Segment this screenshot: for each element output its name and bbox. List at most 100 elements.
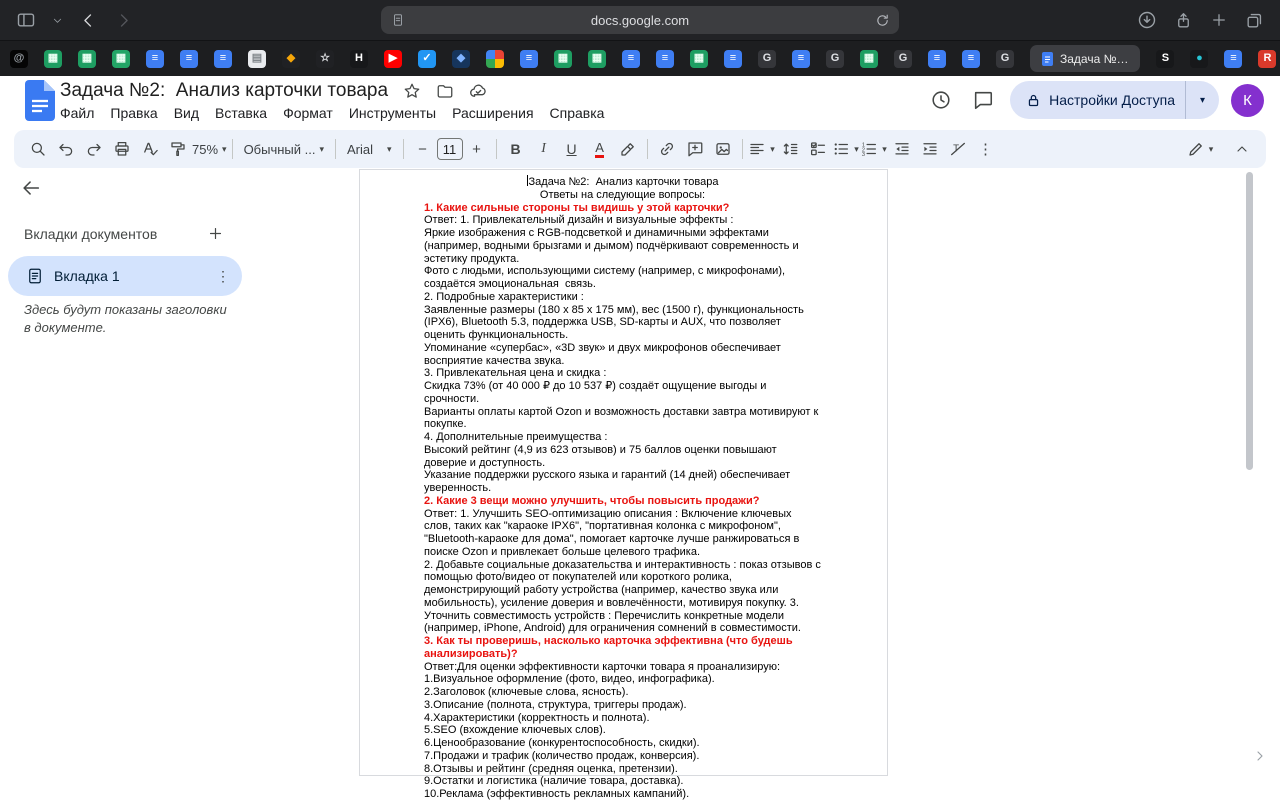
highlight-button[interactable]	[614, 135, 642, 163]
menu-item-1[interactable]: Файл	[52, 103, 102, 123]
document-page[interactable]: Задача №2: Анализ карточки товара Ответы …	[359, 169, 888, 800]
pinned-tab-light[interactable]: ▤	[248, 49, 266, 68]
zoom-select[interactable]: 75% ▾	[192, 135, 227, 163]
download-button[interactable]	[1137, 10, 1157, 30]
pinned-tab-docs[interactable]: ≡	[622, 49, 640, 68]
reload-button[interactable]	[875, 13, 890, 28]
pinned-tab-h[interactable]: H	[350, 49, 368, 68]
account-avatar[interactable]: К	[1231, 83, 1264, 117]
pinned-tab-sheets[interactable]: ▦	[554, 49, 572, 68]
pinned-tab-g-gray[interactable]: G	[826, 49, 844, 68]
bulleted-list-button[interactable]: ▾	[832, 135, 860, 163]
star-icon[interactable]	[403, 82, 421, 100]
pinned-tab-star[interactable]: ☆	[316, 49, 334, 68]
pinned-tab-s[interactable]: S	[1156, 49, 1175, 68]
pinned-tab-sheets[interactable]: ▦	[112, 49, 130, 68]
docs-logo[interactable]	[25, 80, 55, 126]
document-tab-1[interactable]: Вкладка 1 ⋮	[8, 256, 242, 296]
italic-button[interactable]: I	[530, 135, 558, 163]
share-access-button[interactable]: Настройки Доступа ▾	[1010, 81, 1219, 119]
pinned-tab-at[interactable]: @	[10, 49, 28, 68]
pinned-tab-docs[interactable]: ≡	[792, 49, 810, 68]
share-button[interactable]	[1174, 11, 1193, 30]
menu-item-8[interactable]: Справка	[542, 103, 613, 123]
pinned-tab-docs[interactable]: ≡	[724, 49, 742, 68]
tabs-overview-button[interactable]	[1245, 11, 1264, 30]
clear-formatting-button[interactable]: T	[944, 135, 972, 163]
share-dropdown-button[interactable]: ▾	[1185, 81, 1219, 119]
scrollbar[interactable]	[1246, 172, 1253, 470]
cloud-status-icon[interactable]	[469, 82, 488, 101]
comments-button[interactable]	[968, 85, 998, 115]
pinned-tab-sheets[interactable]: ▦	[690, 49, 708, 68]
pinned-tab-docs[interactable]: ≡	[214, 49, 232, 68]
pinned-tab-sheets[interactable]: ▦	[860, 49, 878, 68]
chevron-down-icon[interactable]	[52, 15, 63, 26]
pinned-tab-navy[interactable]: ◆	[452, 49, 470, 68]
paint-format-button[interactable]	[164, 135, 192, 163]
more-button[interactable]: ⋮	[972, 135, 1000, 163]
pinned-tab-orange[interactable]: ◆	[282, 49, 300, 68]
increase-indent-button[interactable]	[916, 135, 944, 163]
pinned-tab-sheets[interactable]: ▦	[44, 49, 62, 68]
redo-button[interactable]	[80, 135, 108, 163]
move-folder-icon[interactable]	[436, 82, 454, 100]
menu-item-2[interactable]: Правка	[102, 103, 165, 123]
menu-item-7[interactable]: Расширения	[444, 103, 541, 123]
search-button[interactable]	[24, 135, 52, 163]
line-spacing-button[interactable]	[776, 135, 804, 163]
insert-image-button[interactable]	[709, 135, 737, 163]
undo-button[interactable]	[52, 135, 80, 163]
underline-button[interactable]: U	[558, 135, 586, 163]
styles-select[interactable]: Обычный ... ▾	[238, 135, 330, 163]
insert-link-button[interactable]	[653, 135, 681, 163]
forward-button[interactable]	[114, 11, 133, 30]
back-button[interactable]	[79, 11, 98, 30]
pinned-tab-r-red[interactable]: R	[1258, 49, 1277, 68]
decrease-font-button[interactable]: −	[409, 135, 437, 163]
pinned-tab-google[interactable]	[486, 49, 504, 68]
back-button[interactable]	[20, 177, 42, 199]
print-button[interactable]	[108, 135, 136, 163]
font-select[interactable]: Arial ▾	[341, 135, 398, 163]
font-size-input[interactable]: 11	[436, 138, 463, 160]
pinned-tab-docs[interactable]: ≡	[928, 49, 946, 68]
menu-item-4[interactable]: Вставка	[207, 103, 275, 123]
text-color-button[interactable]: A	[586, 135, 614, 163]
sidebar-toggle-button[interactable]	[16, 10, 36, 30]
collapse-toolbar-button[interactable]	[1228, 135, 1256, 163]
pinned-tab-g-gray[interactable]: G	[996, 49, 1014, 68]
menu-item-5[interactable]: Формат	[275, 103, 341, 123]
bold-button[interactable]: B	[502, 135, 530, 163]
pinned-tab-g-gray[interactable]: G	[758, 49, 776, 68]
checklist-button[interactable]	[804, 135, 832, 163]
add-comment-button[interactable]	[681, 135, 709, 163]
pinned-tab-docs[interactable]: ≡	[1224, 49, 1243, 68]
align-button[interactable]: ▾	[748, 135, 776, 163]
numbered-list-button[interactable]: 1 2 3 ▾	[860, 135, 888, 163]
pinned-tab-check-blue[interactable]: ✓	[418, 49, 436, 68]
active-tab[interactable]: Задача №…	[1030, 45, 1141, 72]
pinned-tab-sheets[interactable]: ▦	[588, 49, 606, 68]
pinned-tab-docs[interactable]: ≡	[146, 49, 164, 68]
increase-font-button[interactable]: +	[463, 135, 491, 163]
decrease-indent-button[interactable]	[888, 135, 916, 163]
pinned-tab-teal[interactable]: ●	[1190, 49, 1209, 68]
address-bar[interactable]: docs.google.com	[381, 6, 899, 34]
editing-mode-button[interactable]: ▾	[1186, 135, 1214, 163]
add-tab-button[interactable]	[207, 225, 224, 242]
pinned-tab-docs[interactable]: ≡	[520, 49, 538, 68]
pinned-tab-docs[interactable]: ≡	[962, 49, 980, 68]
version-history-button[interactable]	[926, 85, 956, 115]
pinned-tab-sheets[interactable]: ▦	[78, 49, 96, 68]
pinned-tab-youtube[interactable]: ▶	[384, 49, 402, 68]
pinned-tab-docs[interactable]: ≡	[656, 49, 674, 68]
tab-menu-button[interactable]: ⋮	[216, 268, 230, 285]
spellcheck-button[interactable]	[136, 135, 164, 163]
pinned-tab-docs[interactable]: ≡	[180, 49, 198, 68]
document-title[interactable]: Задача №2: Анализ карточки товара	[60, 80, 388, 102]
new-tab-button[interactable]	[1210, 11, 1228, 29]
collapse-panel-chevron[interactable]	[1252, 748, 1268, 764]
pinned-tab-g-gray[interactable]: G	[894, 49, 912, 68]
menu-item-3[interactable]: Вид	[166, 103, 207, 123]
